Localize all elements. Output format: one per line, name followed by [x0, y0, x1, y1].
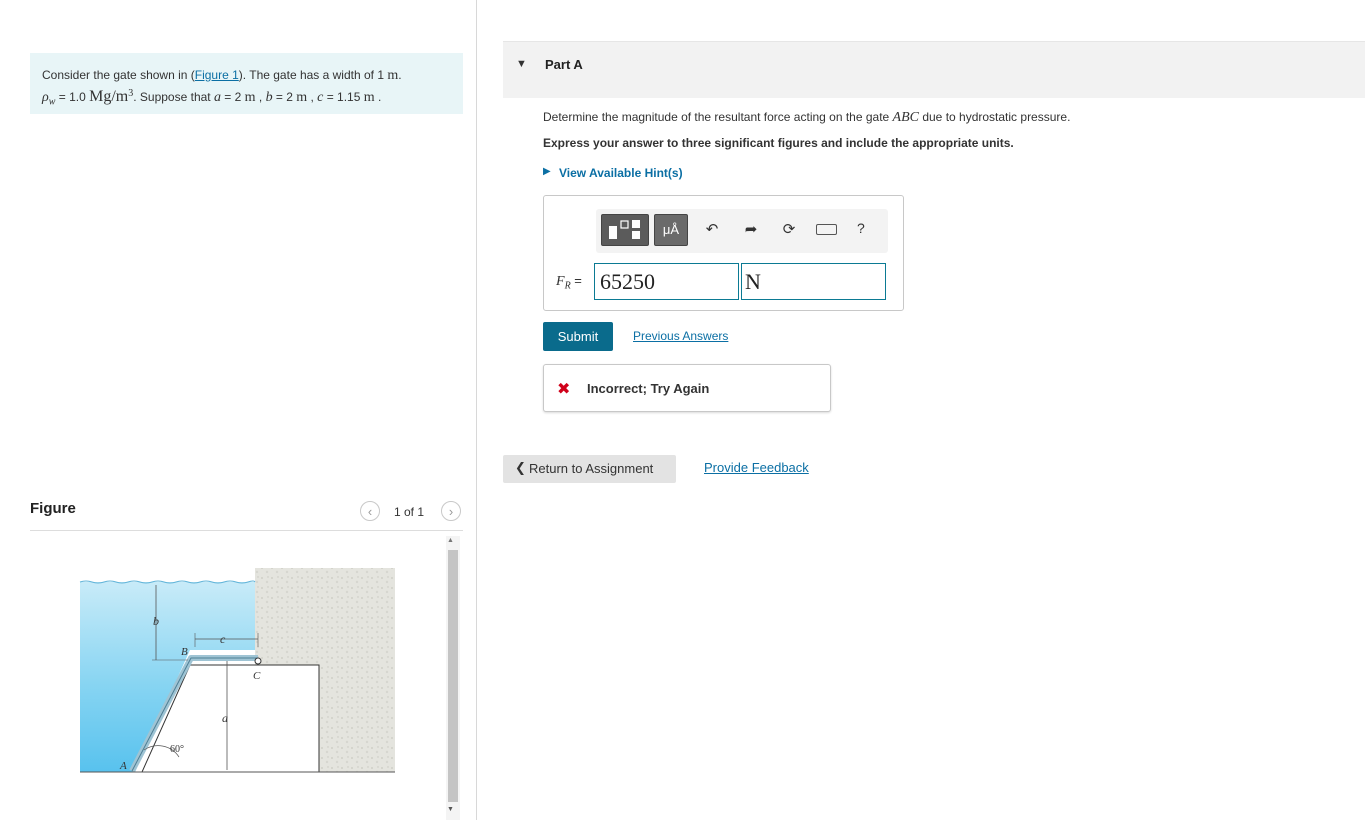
- reset-icon[interactable]: ⟳: [779, 220, 799, 238]
- width-unit: m: [387, 68, 399, 83]
- column-divider: [476, 0, 477, 820]
- label-angle: 60°: [170, 744, 184, 755]
- intro-text: .: [374, 90, 382, 104]
- hinge-c: [254, 657, 262, 665]
- a-symbol: a: [213, 90, 221, 105]
- help-button[interactable]: ?: [857, 220, 865, 236]
- part-a-title: Part A: [545, 57, 583, 72]
- intro-text: = 2: [220, 90, 245, 104]
- b-unit: m: [296, 90, 308, 105]
- gate-figure: b c a B C A 60°: [79, 568, 395, 773]
- problem-statement: Consider the gate shown in (Figure 1). T…: [30, 53, 463, 114]
- chevron-left-icon[interactable]: ‹: [360, 501, 380, 521]
- intro-text: = 2: [272, 90, 297, 104]
- chevron-right-icon[interactable]: ›: [441, 501, 461, 521]
- units-button[interactable]: μÅ: [654, 214, 688, 246]
- a-unit: m: [244, 90, 256, 105]
- density-unit: Mg/m: [89, 88, 129, 105]
- label-point-b: B: [181, 646, 188, 658]
- keyboard-icon[interactable]: [816, 224, 837, 235]
- intro-text: . Suppose that: [133, 90, 214, 104]
- intro-text: .: [398, 68, 402, 82]
- label-b: b: [153, 614, 159, 628]
- previous-answers-link[interactable]: Previous Answers: [633, 329, 728, 343]
- templates-icon[interactable]: [601, 214, 649, 246]
- scroll-down-icon[interactable]: ▼: [447, 806, 454, 813]
- figure-link[interactable]: Figure 1: [195, 68, 239, 82]
- label-c: c: [220, 632, 226, 646]
- figure-title: Figure: [30, 500, 76, 517]
- intro-text: = 1.15: [323, 90, 364, 104]
- chevron-left-icon[interactable]: ❮: [515, 460, 526, 476]
- label-point-c: C: [253, 670, 261, 682]
- c-unit: m: [363, 90, 375, 105]
- intro-text: ). The gate has a width of 1: [238, 68, 388, 82]
- redo-icon[interactable]: ➦: [741, 220, 761, 238]
- undo-icon[interactable]: ↶: [702, 220, 722, 238]
- hint-caret-icon[interactable]: ▶: [543, 166, 551, 177]
- rho-symbol: ρ: [42, 90, 49, 105]
- b-symbol: b: [265, 90, 273, 105]
- intro-text: Consider the gate shown in (: [42, 68, 195, 82]
- error-x-icon: ✖: [557, 381, 571, 398]
- value-input[interactable]: 65250: [594, 263, 739, 300]
- answer-label: FR =: [556, 273, 582, 292]
- force-symbol: F: [556, 274, 565, 289]
- intro-text: ,: [307, 90, 318, 104]
- question-pre: Determine the magnitude of the resultant…: [543, 110, 893, 124]
- view-hints-link[interactable]: View Available Hint(s): [559, 166, 683, 180]
- question-text: Determine the magnitude of the resultant…: [543, 110, 1070, 126]
- scroll-up-icon[interactable]: ▲: [447, 537, 454, 544]
- figure-counter: 1 of 1: [394, 505, 425, 519]
- submit-button[interactable]: Submit: [543, 322, 613, 351]
- label-point-a: A: [119, 760, 127, 772]
- intro-text: = 1.0: [55, 90, 90, 104]
- gate-symbol: ABC: [892, 110, 919, 125]
- equals-sign: =: [570, 273, 582, 288]
- label-a: a: [222, 711, 228, 725]
- return-label[interactable]: Return to Assignment: [529, 461, 653, 476]
- question-post: due to hydrostatic pressure.: [919, 110, 1071, 124]
- collapse-caret-icon[interactable]: ▼: [516, 58, 527, 70]
- units-input[interactable]: N: [741, 263, 886, 300]
- scrollbar-thumb[interactable]: [448, 550, 458, 802]
- provide-feedback-link[interactable]: Provide Feedback: [704, 460, 809, 475]
- intro-text: ,: [255, 90, 266, 104]
- figure-divider: [30, 530, 463, 531]
- part-a-header[interactable]: [503, 41, 1365, 98]
- feedback-text: Incorrect; Try Again: [587, 381, 710, 396]
- instruction-text: Express your answer to three significant…: [543, 136, 1014, 150]
